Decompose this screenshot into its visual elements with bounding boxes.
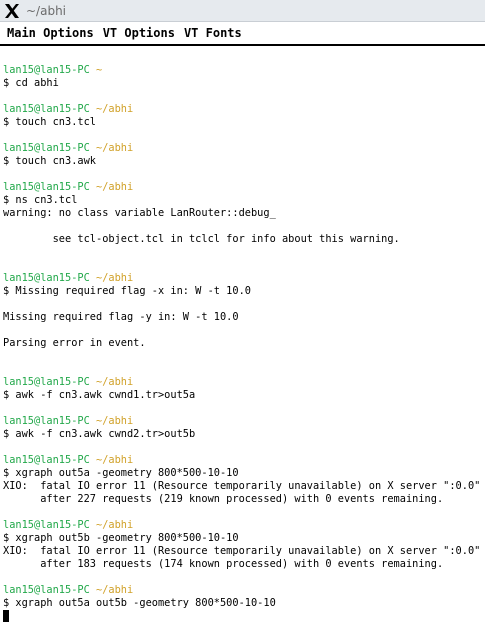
prompt-user: lan15@lan15-PC [3, 584, 90, 596]
prompt-line: lan15@lan15-PC ~/abhi [3, 181, 485, 194]
output-line: see tcl-object.tcl in tclcl for info abo… [3, 233, 400, 245]
prompt-path: ~/abhi [96, 142, 134, 154]
prompt-user: lan15@lan15-PC [3, 415, 90, 427]
prompt-path: ~/abhi [96, 376, 134, 388]
prompt-path: ~/abhi [96, 519, 134, 531]
output-line: $ xgraph out5a out5b -geometry 800*500-1… [3, 597, 276, 609]
prompt-user: lan15@lan15-PC [3, 142, 90, 154]
title-bar: ~/abhi [0, 0, 485, 22]
output-line: $ xgraph out5b -geometry 800*500-10-10 [3, 532, 239, 544]
prompt-user: lan15@lan15-PC [3, 454, 90, 466]
prompt-user: lan15@lan15-PC [3, 64, 90, 76]
x-window-logo-icon[interactable] [3, 2, 21, 20]
prompt-line: lan15@lan15-PC ~/abhi [3, 584, 485, 597]
prompt-path: ~/abhi [96, 272, 134, 284]
menu-vt-fonts[interactable]: VT Fonts [184, 26, 242, 40]
prompt-line: lan15@lan15-PC ~/abhi [3, 415, 485, 428]
prompt-line: lan15@lan15-PC ~/abhi [3, 519, 485, 532]
output-line: $ ns cn3.tcl [3, 194, 78, 206]
prompt-user: lan15@lan15-PC [3, 376, 90, 388]
text-cursor [3, 610, 9, 622]
output-line: $ cd abhi [3, 77, 59, 89]
output-line: after 227 requests (219 known processed)… [3, 493, 444, 505]
prompt-line: lan15@lan15-PC ~/abhi [3, 272, 485, 285]
prompt-path: ~/abhi [96, 103, 134, 115]
output-line: warning: no class variable LanRouter::de… [3, 207, 276, 219]
prompt-path: ~ [96, 64, 103, 76]
prompt-line: lan15@lan15-PC ~/abhi [3, 454, 485, 467]
prompt-path: ~/abhi [96, 454, 134, 466]
prompt-user: lan15@lan15-PC [3, 181, 90, 193]
prompt-user: lan15@lan15-PC [3, 103, 90, 115]
cursor-line [3, 610, 485, 623]
menu-bar: Main Options VT Options VT Fonts [0, 22, 485, 46]
output-line: XIO: fatal IO error 11 (Resource tempora… [3, 545, 481, 557]
output-line: $ awk -f cn3.awk cwnd2.tr>out5b [3, 428, 196, 440]
prompt-line: lan15@lan15-PC ~/abhi [3, 103, 485, 116]
output-line: $ xgraph out5a -geometry 800*500-10-10 [3, 467, 239, 479]
output-line: $ touch cn3.awk [3, 155, 96, 167]
prompt-path: ~/abhi [96, 584, 134, 596]
prompt-user: lan15@lan15-PC [3, 272, 90, 284]
prompt-path: ~/abhi [96, 415, 134, 427]
menu-main-options[interactable]: Main Options [7, 26, 94, 40]
prompt-user: lan15@lan15-PC [3, 519, 90, 531]
output-line: $ awk -f cn3.awk cwnd1.tr>out5a [3, 389, 196, 401]
output-line: Parsing error in event. [3, 337, 146, 349]
prompt-path: ~/abhi [96, 181, 134, 193]
prompt-line: lan15@lan15-PC ~/abhi [3, 376, 485, 389]
output-line: $ touch cn3.tcl [3, 116, 96, 128]
terminal-output[interactable]: lan15@lan15-PC ~ $ cd abhi lan15@lan15-PC … [0, 48, 485, 638]
output-line: $ Missing required flag -x in: W -t 10.0 [3, 285, 251, 297]
menu-vt-options[interactable]: VT Options [103, 26, 175, 40]
output-line: XIO: fatal IO error 11 (Resource tempora… [3, 480, 481, 492]
window-title: ~/abhi [26, 3, 67, 18]
output-line: Missing required flag -y in: W -t 10.0 [3, 311, 239, 323]
prompt-line: lan15@lan15-PC ~ [3, 64, 485, 77]
prompt-line: lan15@lan15-PC ~/abhi [3, 142, 485, 155]
output-line: after 183 requests (174 known processed)… [3, 558, 444, 570]
